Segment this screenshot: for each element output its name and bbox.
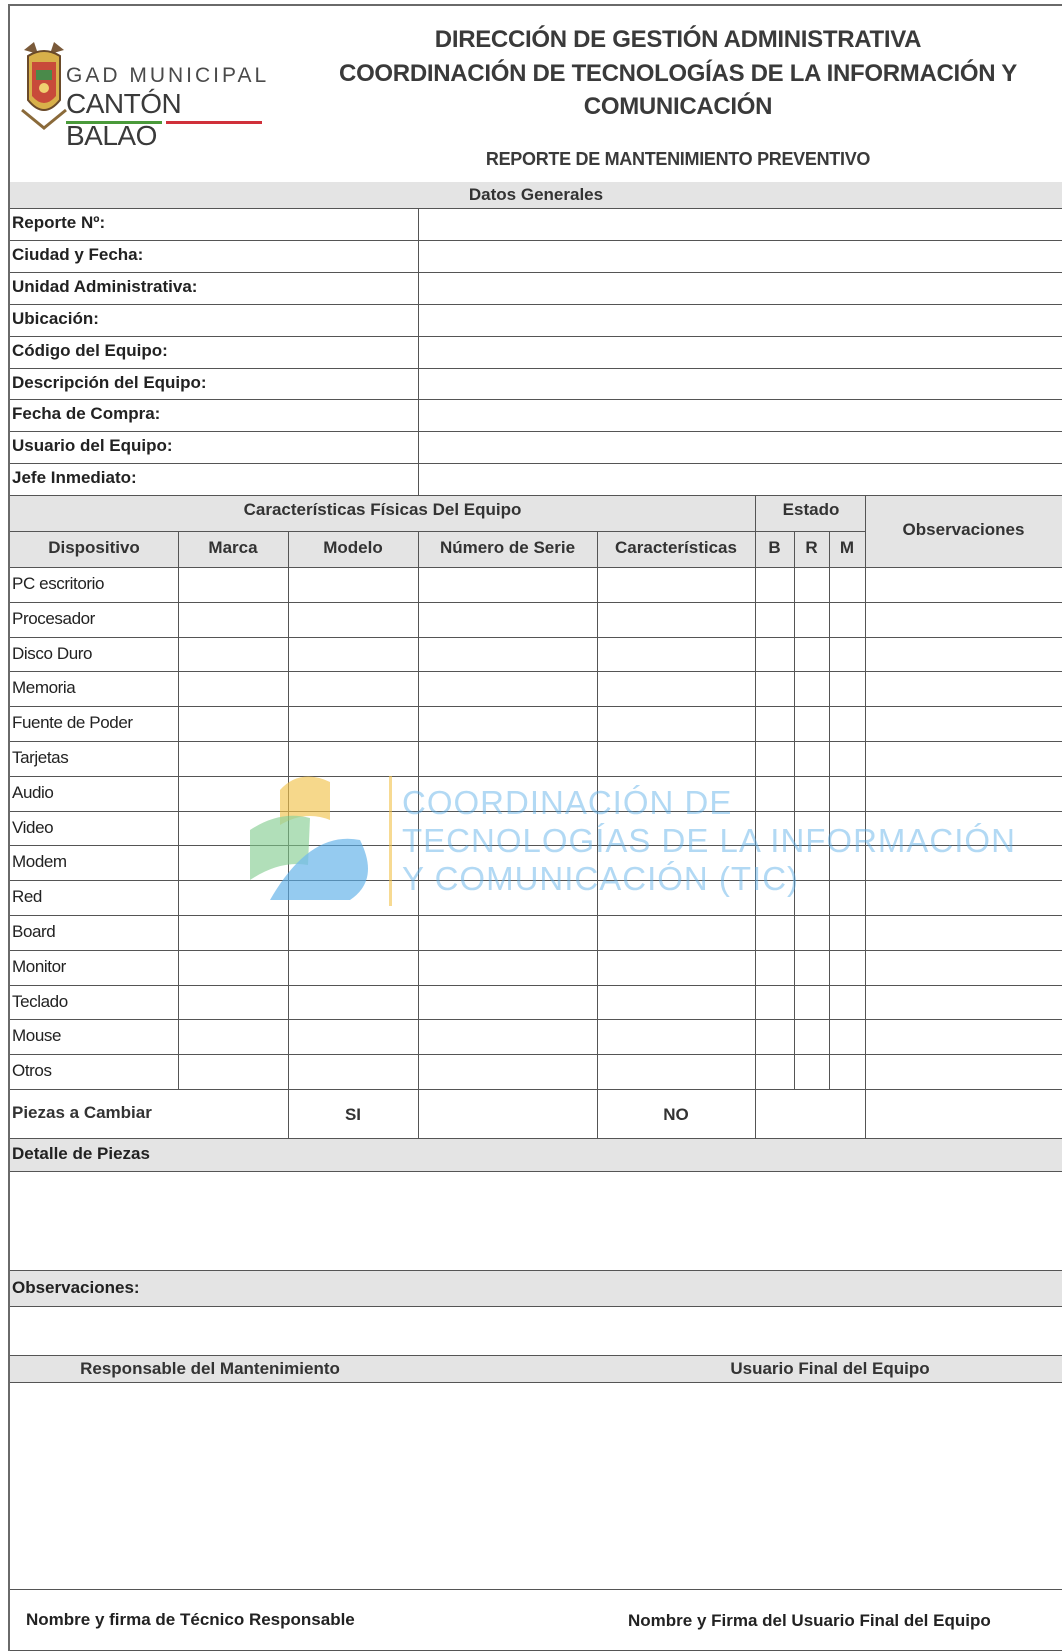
general-row-line bbox=[10, 271, 1062, 273]
observations-band bbox=[10, 1270, 1062, 1306]
logo-underline-green bbox=[66, 121, 162, 124]
estado-title: Estado bbox=[782, 500, 840, 519]
parts-detail-label: Detalle de Piezas bbox=[12, 1144, 150, 1163]
logo-underline-red bbox=[166, 121, 262, 124]
report-title: REPORTE DE MANTENIMIENTO PREVENTIVO bbox=[485, 149, 871, 169]
parts-detail-band bbox=[10, 1138, 1062, 1171]
org-line2: CANTÓN BALAO bbox=[66, 88, 182, 151]
signature-left-footer: Nombre y firma de Técnico Responsable bbox=[26, 1610, 355, 1629]
device-label: Mouse bbox=[12, 1026, 62, 1046]
device-label: Teclado bbox=[12, 991, 68, 1011]
device-label: Procesador bbox=[12, 608, 95, 628]
general-row-line bbox=[10, 335, 1062, 337]
device-row-line bbox=[10, 984, 1062, 986]
tic-logo-icon bbox=[250, 776, 368, 900]
col-modelo: Modelo bbox=[323, 538, 383, 557]
parts-divider bbox=[865, 1089, 866, 1138]
device-row-line bbox=[10, 636, 1062, 638]
general-row-line bbox=[10, 399, 1062, 401]
municipal-seal-icon bbox=[21, 42, 67, 130]
parts-divider bbox=[418, 1089, 419, 1138]
signature-right-title: Usuario Final del Equipo bbox=[730, 1359, 930, 1378]
column-divider bbox=[178, 531, 179, 1089]
watermark-line3: Y COMUNICACIÓN (TIC) bbox=[402, 860, 800, 897]
col-numero-serie: Número de Serie bbox=[439, 538, 576, 557]
parts-no: NO bbox=[663, 1105, 689, 1124]
devices-bottom-line bbox=[10, 1089, 1062, 1090]
device-label: PC escritorio bbox=[12, 574, 105, 593]
device-label: Disco Duro bbox=[12, 643, 93, 663]
general-field-label: Código del Equipo: bbox=[12, 340, 168, 360]
observations-label: Observaciones: bbox=[12, 1278, 140, 1297]
device-label: Memoria bbox=[12, 678, 76, 698]
section-line bbox=[10, 1138, 1062, 1139]
col-r: R bbox=[805, 538, 818, 557]
device-row-line bbox=[10, 741, 1062, 742]
device-row-line bbox=[10, 671, 1062, 673]
section-line bbox=[10, 1171, 1062, 1172]
device-label: Monitor bbox=[12, 956, 66, 976]
section-line bbox=[10, 1270, 1062, 1271]
col-dispositivo: Dispositivo bbox=[48, 538, 140, 557]
org-line1: GAD MUNICIPAL bbox=[66, 64, 270, 87]
device-label: Fuente de Poder bbox=[12, 713, 133, 733]
device-row-line bbox=[10, 706, 1062, 708]
signature-right-footer: Nombre y Firma del Usuario Final del Equ… bbox=[628, 1611, 991, 1630]
header-title-1: DIRECCIÓN DE GESTIÓN ADMINISTRATIVA bbox=[434, 26, 922, 53]
watermark-line2: TECNOLOGÍAS DE LA INFORMACIÓN bbox=[402, 822, 1016, 859]
header-title-2: COORDINACIÓN DE TECNOLOGÍAS DE LA INFORM… bbox=[339, 60, 1017, 87]
device-label: Red bbox=[12, 887, 42, 907]
watermark-divider bbox=[389, 776, 392, 906]
section-line bbox=[10, 1382, 1062, 1383]
device-label: Audio bbox=[12, 782, 54, 802]
general-row-line bbox=[10, 431, 1062, 433]
general-field-label: Jefe Inmediato: bbox=[12, 468, 137, 488]
device-label: Video bbox=[12, 817, 54, 837]
device-row-line bbox=[10, 567, 1062, 568]
col-b: B bbox=[768, 538, 781, 557]
general-row-line bbox=[10, 367, 1062, 369]
general-field-label: Usuario del Equipo: bbox=[12, 436, 173, 456]
physical-top-line bbox=[10, 495, 1062, 496]
section-line bbox=[10, 1589, 1062, 1590]
estado-subheader-line bbox=[755, 531, 865, 532]
parts-label: Piezas a Cambiar bbox=[12, 1103, 152, 1122]
general-field-label: Ubicación: bbox=[12, 308, 99, 328]
device-row-line bbox=[10, 949, 1062, 951]
general-row-line bbox=[10, 239, 1062, 241]
physical-section-title: Características Físicas Del Equipo bbox=[243, 500, 522, 519]
device-label: Tarjetas bbox=[12, 748, 69, 767]
device-label: Modem bbox=[12, 852, 67, 872]
general-top-line bbox=[10, 208, 1062, 209]
device-row-line bbox=[10, 1019, 1062, 1021]
parts-yes: SI bbox=[344, 1105, 362, 1124]
device-label: Otros bbox=[12, 1061, 52, 1081]
observaciones-title: Observaciones bbox=[902, 520, 1025, 539]
device-label: Board bbox=[12, 922, 56, 941]
general-field-label: Ciudad y Fecha: bbox=[12, 244, 144, 264]
col-m: M bbox=[839, 538, 855, 557]
parts-divider bbox=[755, 1089, 756, 1138]
col-marca: Marca bbox=[208, 538, 258, 557]
general-field-label: Fecha de Compra: bbox=[12, 404, 161, 424]
header-title-3: COMUNICACIÓN bbox=[583, 93, 773, 120]
signature-left-title: Responsable del Mantenimiento bbox=[80, 1359, 340, 1378]
physical-subheader-line bbox=[10, 531, 755, 532]
section-line bbox=[10, 1306, 1062, 1307]
section-line bbox=[10, 1355, 1062, 1356]
device-row-line bbox=[10, 1054, 1062, 1056]
watermark-line1: COORDINACIÓN DE bbox=[402, 784, 733, 821]
general-row-line bbox=[10, 463, 1062, 465]
general-field-label: Unidad Administrativa: bbox=[12, 276, 198, 296]
general-field-label: Descripción del Equipo: bbox=[12, 372, 207, 392]
general-divider bbox=[418, 208, 419, 496]
municipal-logo: GAD MUNICIPAL CANTÓN BALAO bbox=[16, 40, 276, 151]
general-section-title: Datos Generales bbox=[468, 185, 604, 204]
device-row-line bbox=[10, 601, 1062, 603]
general-field-label: Reporte Nº: bbox=[12, 213, 106, 232]
tic-watermark: COORDINACIÓN DE TECNOLOGÍAS DE LA INFORM… bbox=[250, 770, 1015, 920]
col-caracteristicas: Características bbox=[615, 538, 737, 557]
general-row-line bbox=[10, 303, 1062, 305]
